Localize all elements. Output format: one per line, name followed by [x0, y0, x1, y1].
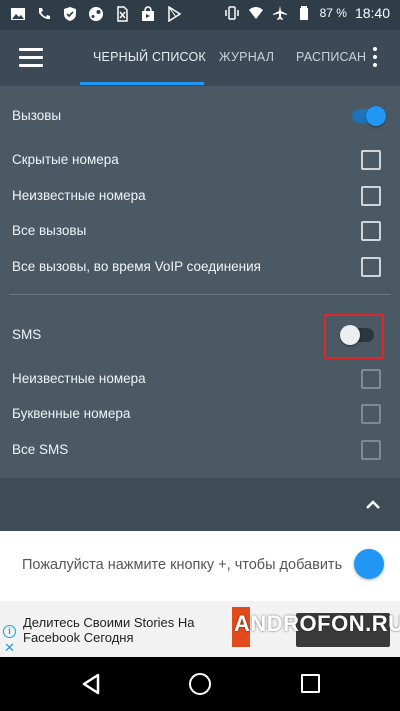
sms-header: SMS: [12, 327, 42, 342]
shield-icon: [64, 7, 76, 21]
notification-icons: [10, 6, 182, 22]
tab-schedule[interactable]: РАСПИСАН: [296, 50, 366, 64]
home-icon[interactable]: [189, 673, 211, 695]
calls-header-row: Вызовы: [0, 98, 400, 134]
section-divider: [10, 294, 390, 295]
settings-panel: Вызовы Скрытые номера Неизвестные номера…: [0, 86, 400, 531]
option-hidden-numbers: Скрытые номера: [12, 152, 119, 167]
more-options-icon[interactable]: [371, 47, 379, 69]
ad-text: Делитесь Своими Stories На Facebook Сего…: [23, 615, 195, 645]
list-item[interactable]: Буквенные номера: [0, 396, 400, 432]
option-sms-unknown-numbers: Неизвестные номера: [12, 371, 146, 386]
checkbox-all-calls[interactable]: [361, 221, 381, 241]
tab-blacklist[interactable]: ЧЕРНЫЙ СПИСОК: [93, 50, 206, 64]
list-item[interactable]: Все SMS: [0, 432, 400, 468]
active-tab-indicator: [80, 82, 204, 85]
airplane-mode-icon: [272, 6, 287, 20]
chevron-up-icon[interactable]: [366, 500, 380, 510]
app-bar: ЧЕРНЫЙ СПИСОК ЖУРНАЛ РАСПИСАН: [0, 30, 400, 86]
option-all-sms: Все SMS: [12, 442, 69, 457]
vibrate-icon: [224, 6, 239, 20]
option-all-calls: Все вызовы: [12, 223, 87, 238]
list-item[interactable]: Неизвестные номера: [0, 178, 400, 214]
recent-apps-icon[interactable]: [301, 674, 320, 693]
gallery-icon: [11, 8, 25, 20]
steam-icon: [89, 7, 103, 21]
back-icon[interactable]: [80, 672, 102, 696]
checkbox-hidden-numbers[interactable]: [361, 150, 381, 170]
ad-banner[interactable]: i ✕ Делитесь Своими Stories На Facebook …: [0, 601, 400, 657]
option-voip-calls: Все вызовы, во время VoIP соединения: [12, 259, 261, 274]
checkbox-unknown-numbers[interactable]: [361, 186, 381, 206]
play-store-icon: [168, 6, 182, 22]
system-icons: 87 % 18:40: [224, 5, 390, 21]
list-item[interactable]: Скрытые номера: [0, 142, 400, 178]
checkbox-all-sms[interactable]: [361, 440, 381, 460]
clock: 18:40: [354, 5, 390, 21]
battery-percent: 87 %: [319, 6, 347, 20]
battery-icon: [299, 6, 308, 20]
navigation-bar: [0, 657, 400, 711]
empty-hint: Пожалуйста нажмите кнопку +, чтобы добав…: [0, 531, 400, 601]
checkbox-voip-calls[interactable]: [361, 257, 381, 277]
phone-icon: [39, 8, 50, 20]
ad-info-icon[interactable]: i: [3, 625, 16, 638]
add-fab-button[interactable]: [354, 549, 384, 579]
calls-toggle[interactable]: [350, 106, 386, 126]
list-item[interactable]: Неизвестные номера: [0, 361, 400, 397]
watermark: ANDROFON.RU: [234, 611, 400, 636]
highlight-box: [324, 314, 384, 359]
list-item[interactable]: Все вызовы, во время VoIP соединения: [0, 249, 400, 285]
hint-text: Пожалуйста нажмите кнопку +, чтобы добав…: [22, 557, 343, 573]
collapse-bar[interactable]: [0, 478, 400, 531]
tab-journal[interactable]: ЖУРНАЛ: [219, 50, 274, 64]
ad-close-icon[interactable]: ✕: [4, 641, 15, 654]
hamburger-menu-icon[interactable]: [19, 48, 43, 68]
option-unknown-numbers: Неизвестные номера: [12, 188, 146, 203]
list-item[interactable]: Все вызовы: [0, 213, 400, 249]
checkbox-sms-unknown-numbers[interactable]: [361, 369, 381, 389]
option-sms-alphanumeric: Буквенные номера: [12, 406, 131, 421]
shopping-bag-icon: [142, 6, 154, 21]
calls-header: Вызовы: [12, 108, 62, 123]
sim-off-icon: [117, 6, 128, 22]
wifi-icon: [248, 7, 263, 19]
status-bar: 87 % 18:40: [0, 0, 400, 30]
checkbox-sms-alphanumeric[interactable]: [361, 404, 381, 424]
